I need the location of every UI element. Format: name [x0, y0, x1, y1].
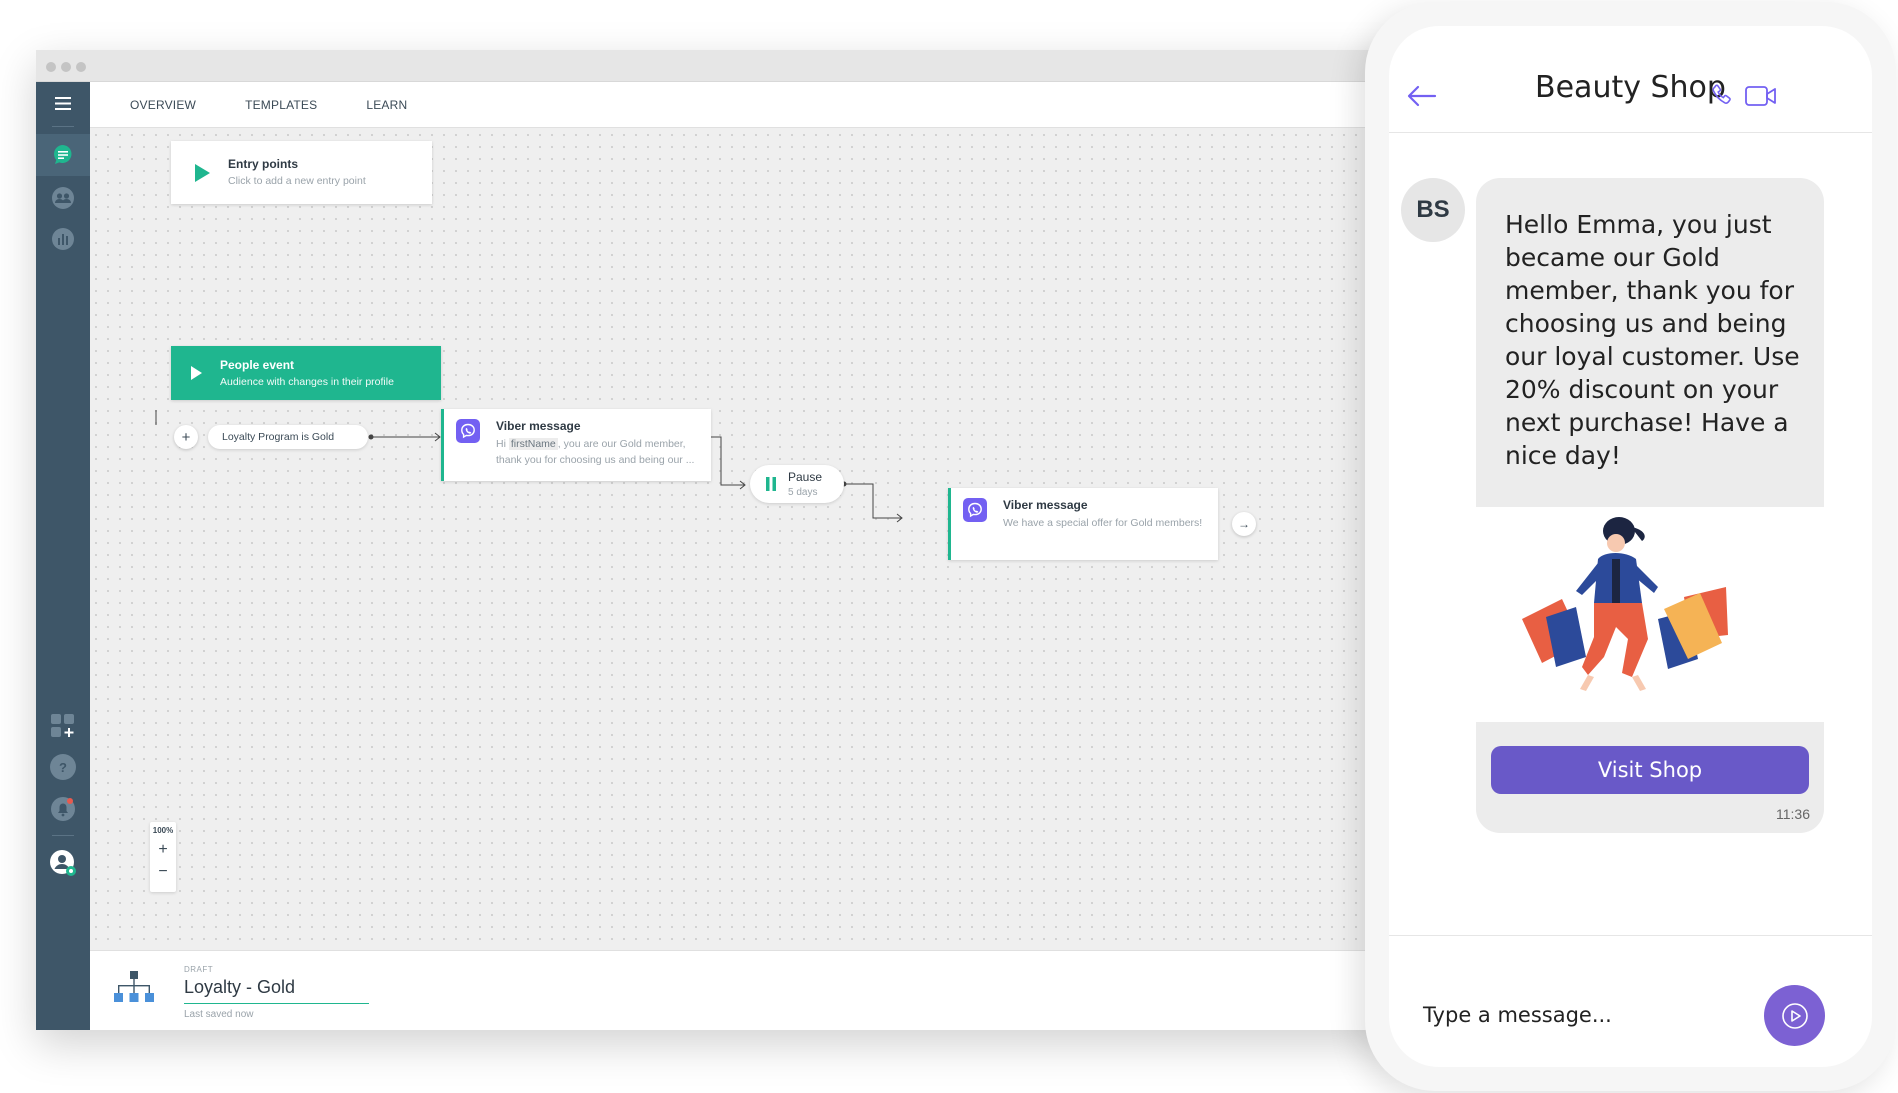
viber-message-1-title: Viber message	[496, 419, 581, 433]
zoom-level: 100%	[152, 826, 174, 835]
entry-points-node[interactable]: Entry points Click to add a new entry po…	[171, 141, 432, 204]
message-input[interactable]: Type a message...	[1423, 1003, 1612, 1027]
flow-name-input[interactable]: Loyalty - Gold	[184, 977, 369, 1004]
arrow-right-icon: →	[1238, 517, 1250, 531]
preview-prefix: Hi	[496, 438, 509, 450]
tab-overview[interactable]: OVERVIEW	[130, 98, 196, 112]
sidebar-item-conversations[interactable]	[36, 134, 90, 176]
viber-message-2-preview: We have a special offer for Gold members…	[1003, 517, 1203, 529]
sidebar-divider	[52, 126, 74, 127]
tab-templates[interactable]: TEMPLATES	[245, 98, 317, 112]
message-timestamp: 11:36	[1776, 806, 1810, 822]
draft-status: DRAFT	[184, 965, 214, 974]
add-step-arrow-button[interactable]: →	[1232, 512, 1256, 536]
send-button[interactable]	[1764, 985, 1825, 1046]
pause-icon	[766, 477, 776, 491]
pause-node[interactable]: Pause 5 days	[750, 465, 844, 503]
people-event-node[interactable]: People event Audience with changes in th…	[171, 346, 441, 400]
help-glyph: ?	[50, 754, 76, 780]
add-app-icon	[51, 714, 74, 737]
flow-diagram-icon	[114, 971, 154, 1002]
people-event-subtitle: Audience with changes in their profile	[220, 376, 394, 388]
zoom-out-button[interactable]: −	[150, 863, 176, 881]
condition-label: Loyalty Program is Gold	[222, 431, 335, 443]
help-icon[interactable]: ?	[36, 746, 90, 788]
viber-message-node-2[interactable]: Viber message We have a special offer fo…	[948, 488, 1218, 560]
sidebar-item-notifications[interactable]	[36, 788, 90, 830]
menu-icon[interactable]	[36, 82, 90, 124]
chat-header: Beauty Shop	[1389, 26, 1872, 133]
sidebar: ?	[36, 82, 90, 1030]
sidebar-item-apps[interactable]	[36, 705, 90, 747]
people-event-title: People event	[220, 358, 295, 372]
message-bubble: Hello Emma, you just became our Gold mem…	[1476, 178, 1824, 833]
contact-name: Beauty Shop	[1535, 70, 1726, 105]
user-avatar-icon[interactable]	[36, 842, 90, 884]
shopping-illustration	[1476, 507, 1824, 722]
visit-shop-button[interactable]: Visit Shop	[1491, 746, 1809, 794]
notification-icon	[51, 797, 75, 821]
phone-screen: Beauty Shop BS Hello Emma, you just beca…	[1389, 26, 1872, 1067]
zoom-control: 100% + −	[150, 822, 176, 892]
video-call-icon[interactable]	[1745, 85, 1777, 107]
phone-call-icon[interactable]	[1710, 83, 1734, 107]
pause-duration: 5 days	[788, 487, 818, 498]
viber-icon	[456, 419, 480, 443]
message-composer: Type a message...	[1389, 935, 1872, 1067]
sidebar-item-people[interactable]	[36, 177, 90, 219]
condition-pill[interactable]: Loyalty Program is Gold	[208, 425, 368, 449]
zoom-in-button[interactable]: +	[150, 841, 176, 859]
phone-mockup: Beauty Shop BS Hello Emma, you just beca…	[1365, 2, 1896, 1091]
message-text: Hello Emma, you just became our Gold mem…	[1505, 210, 1800, 470]
plus-icon: +	[181, 428, 191, 446]
top-nav: OVERVIEW TEMPLATES LEARN	[90, 82, 1406, 128]
pause-title: Pause	[788, 470, 823, 484]
play-icon	[195, 163, 210, 182]
entry-points-subtitle: Click to add a new entry point	[228, 174, 366, 187]
stage: ? OVERVIEW TEMPLATES LEARN Entry points …	[0, 0, 1898, 1093]
viber-message-2-title: Viber message	[1003, 498, 1088, 512]
send-icon	[1781, 1002, 1808, 1029]
flow-footer: DRAFT Loyalty - Gold Last saved now	[90, 950, 1406, 1030]
last-saved-text: Last saved now	[184, 1009, 254, 1020]
window-dot-close[interactable]	[46, 62, 56, 72]
people-icon	[52, 187, 74, 209]
app-window: ? OVERVIEW TEMPLATES LEARN Entry points …	[36, 50, 1406, 1030]
analytics-icon	[52, 228, 74, 250]
entry-points-title: Entry points	[228, 156, 299, 171]
add-condition-button[interactable]: +	[174, 425, 198, 449]
window-dot-maximize[interactable]	[76, 62, 86, 72]
sidebar-divider-bottom	[52, 835, 74, 836]
sidebar-item-analytics[interactable]	[36, 218, 90, 260]
viber-message-node-1[interactable]: Viber message Hi firstName, you are our …	[441, 409, 711, 481]
window-dot-minimize[interactable]	[61, 62, 71, 72]
window-titlebar	[36, 50, 1406, 82]
viber-icon	[963, 498, 987, 522]
tab-learn[interactable]: LEARN	[366, 98, 407, 112]
viber-message-1-preview: Hi firstName, you are our Gold member, t…	[496, 436, 694, 468]
flow-canvas[interactable]: Entry points Click to add a new entry po…	[90, 129, 1406, 950]
preview-line-2: thank you for choosing us and being our …	[496, 454, 695, 466]
firstname-variable-tag: firstName	[508, 438, 558, 450]
preview-suffix: , you are our Gold member,	[557, 438, 686, 450]
play-icon	[191, 366, 202, 380]
sender-avatar: BS	[1401, 178, 1465, 242]
chat-icon	[54, 145, 72, 164]
